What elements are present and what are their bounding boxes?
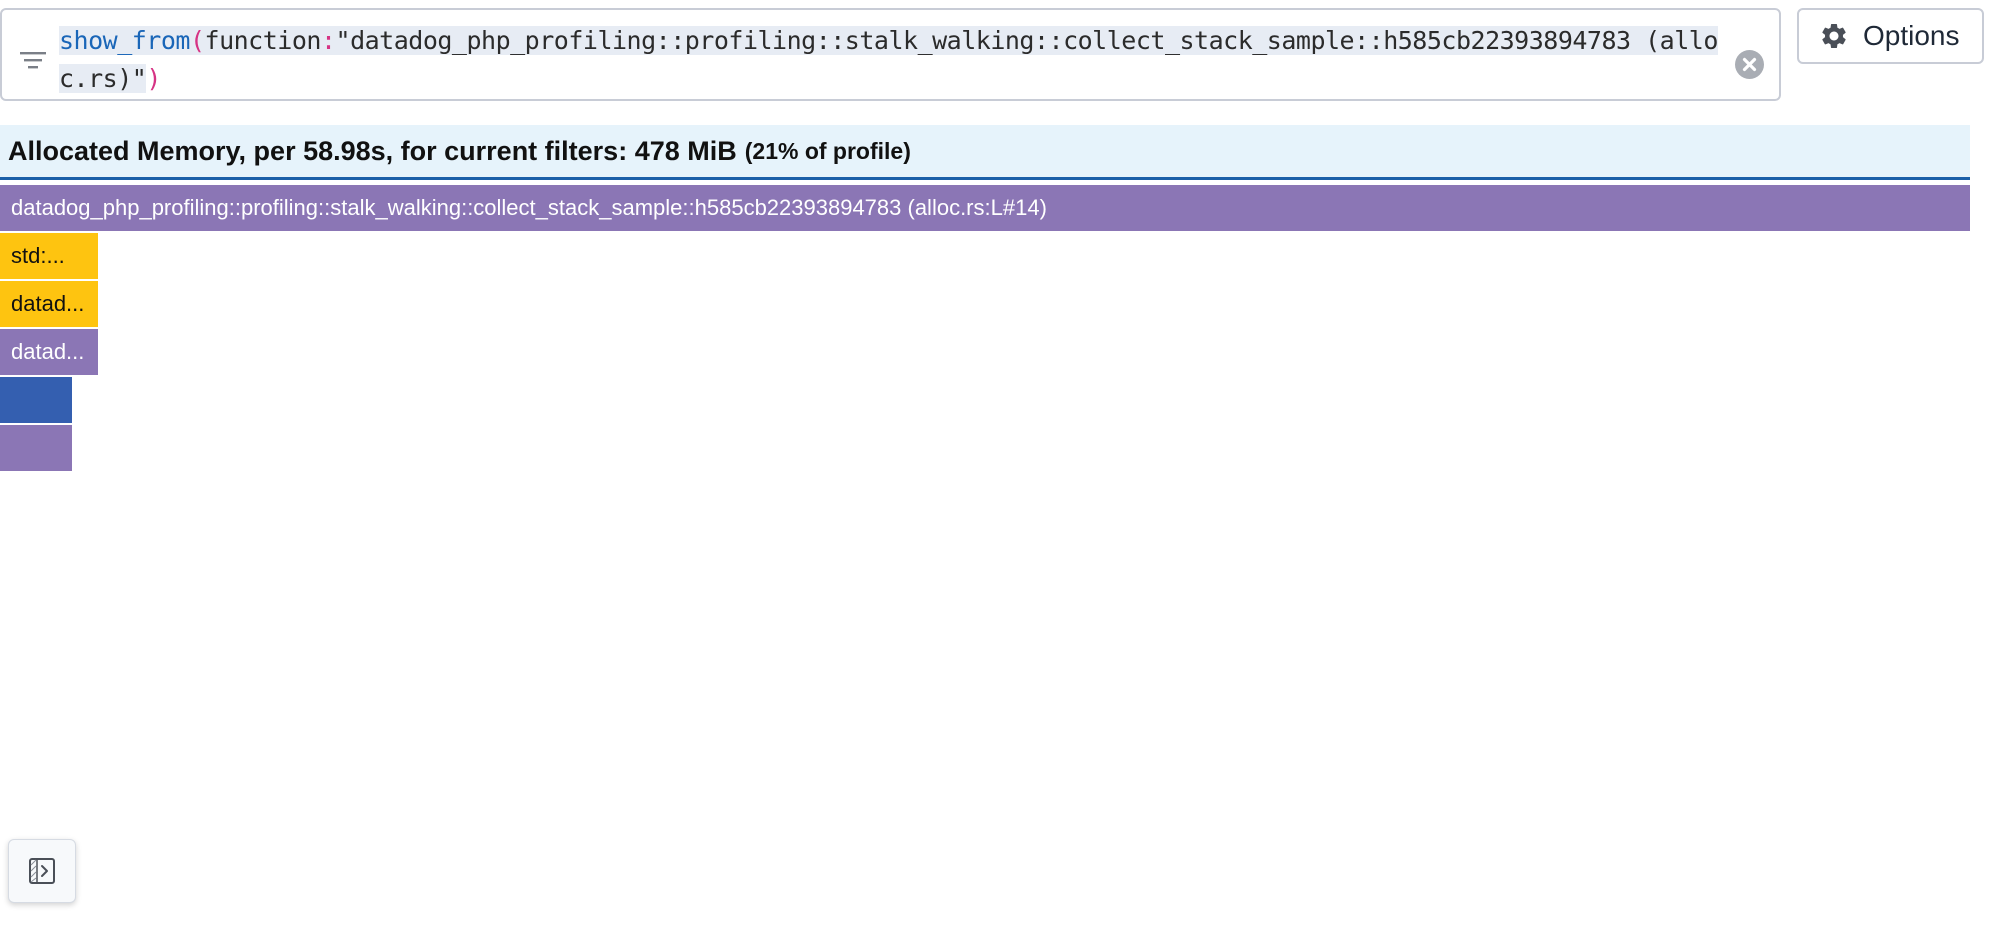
summary-text: Allocated Memory, per 58.98s, for curren… xyxy=(8,135,737,166)
query-close-paren: ) xyxy=(146,64,161,93)
query-text[interactable]: show_from(function:"datadog_php_profilin… xyxy=(59,22,1729,98)
query-key: function xyxy=(204,26,322,55)
flame-frame-root[interactable]: datadog_php_profiling::profiling::stalk_… xyxy=(0,185,1970,231)
flame-frame[interactable] xyxy=(0,425,72,471)
options-button[interactable]: Options xyxy=(1797,8,1984,64)
expand-panel-button[interactable] xyxy=(8,839,76,903)
query-input[interactable]: show_from(function:"datadog_php_profilin… xyxy=(0,8,1781,101)
options-label: Options xyxy=(1863,20,1960,51)
flame-frame[interactable]: std:... xyxy=(0,233,98,279)
filter-icon xyxy=(20,52,46,69)
flame-frame[interactable]: datad... xyxy=(0,329,98,375)
query-open-paren: ( xyxy=(189,26,205,55)
clear-query-button[interactable] xyxy=(1735,50,1764,79)
flame-frame[interactable] xyxy=(0,377,72,423)
expand-panel-icon xyxy=(29,858,55,884)
query-colon: : xyxy=(320,26,336,55)
gear-icon xyxy=(1822,23,1846,48)
summary-percent: (21% of profile) xyxy=(744,137,911,164)
flamegraph-summary-header: Allocated Memory, per 58.98s, for curren… xyxy=(0,125,1970,180)
close-icon xyxy=(1742,57,1757,72)
query-function-name: show_from xyxy=(59,26,190,55)
flame-frame[interactable]: datad... xyxy=(0,281,98,327)
